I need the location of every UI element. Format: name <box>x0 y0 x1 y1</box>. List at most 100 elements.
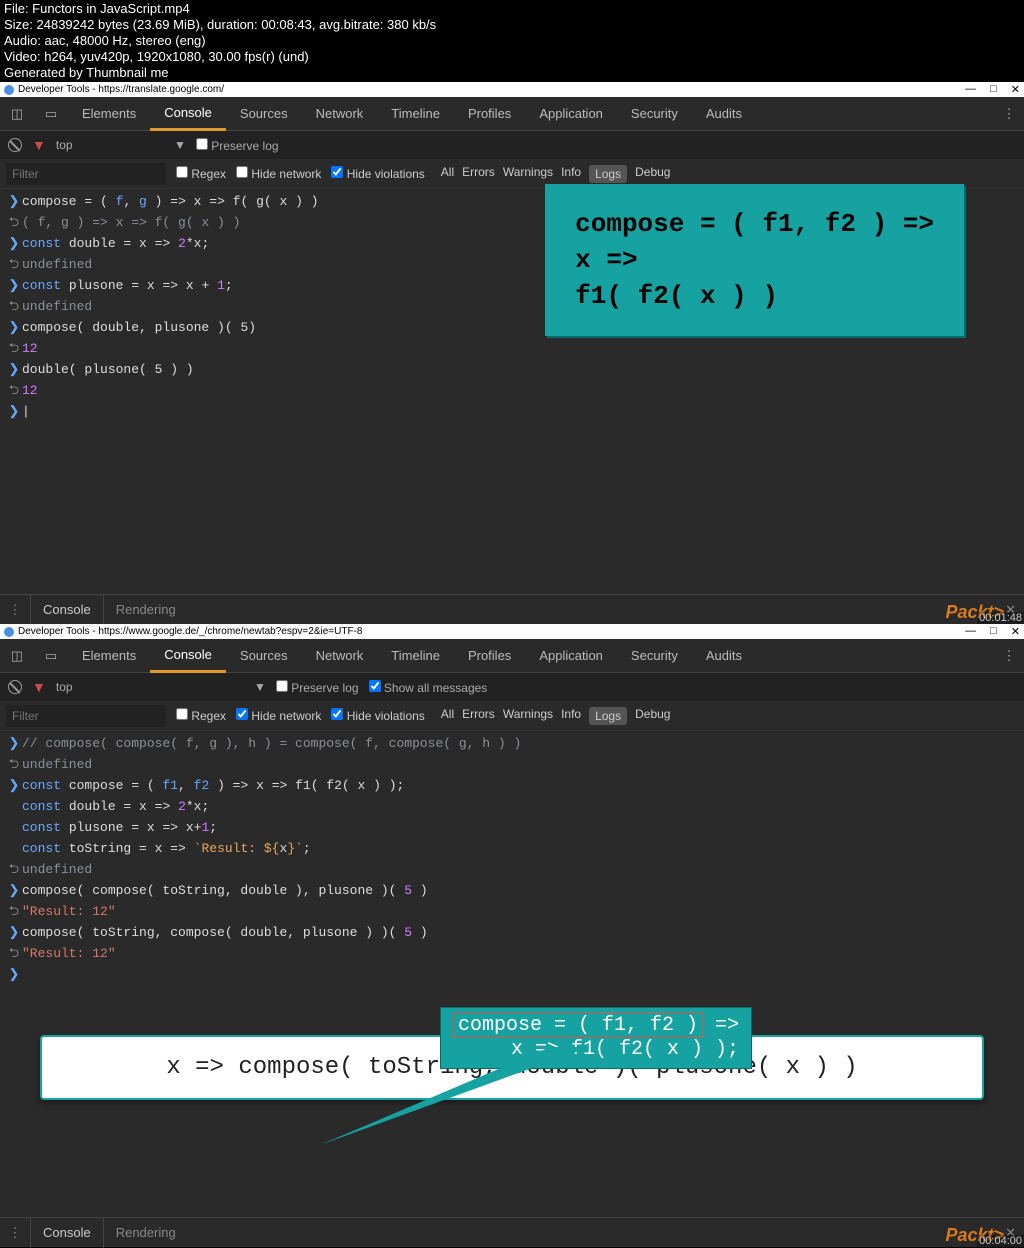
clear-icon[interactable] <box>8 680 22 694</box>
code-overlay: compose = ( f1, f2 ) =>x =>f1( f2( x ) ) <box>545 184 964 336</box>
hide-network-checkbox[interactable]: Hide network <box>236 708 321 723</box>
more-icon[interactable]: ⋮ <box>994 106 1024 122</box>
tab-elements[interactable]: Elements <box>68 639 150 673</box>
level-info[interactable]: Info <box>561 165 581 183</box>
drawer-tab-console[interactable]: Console <box>30 595 104 625</box>
console-output[interactable]: ❯compose = ( f, g ) => x => f( g( x ) )⮌… <box>0 189 1024 594</box>
filter-input[interactable] <box>6 163 166 185</box>
tab-timeline[interactable]: Timeline <box>377 639 454 673</box>
console-row: ⮌12 <box>0 380 1024 401</box>
window-title: Developer Tools - https://translate.goog… <box>18 84 224 95</box>
tab-network[interactable]: Network <box>302 97 378 131</box>
level-all[interactable]: All <box>441 165 454 183</box>
drawer-more-icon[interactable]: ⋮ <box>0 602 30 618</box>
filter-input[interactable] <box>6 705 166 727</box>
window-titlebar: Developer Tools - https://www.google.de/… <box>0 624 1024 639</box>
level-errors[interactable]: Errors <box>462 165 495 183</box>
tab-audits[interactable]: Audits <box>692 639 756 673</box>
tab-application[interactable]: Application <box>525 97 617 131</box>
meta-file: File: Functors in JavaScript.mp4 <box>4 1 1020 17</box>
level-info[interactable]: Info <box>561 707 581 725</box>
inspect-icon[interactable]: ◫ <box>0 639 34 673</box>
devtools-tabbar: ◫ ▭ ElementsConsoleSourcesNetworkTimelin… <box>0 97 1024 131</box>
level-warnings[interactable]: Warnings <box>503 707 553 725</box>
window-titlebar: Developer Tools - https://translate.goog… <box>0 82 1024 97</box>
drawer-tab-rendering[interactable]: Rendering <box>104 1225 188 1240</box>
console-row: ❯compose( toString, compose( double, plu… <box>0 922 1024 943</box>
metadata-header: File: Functors in JavaScript.mp4 Size: 2… <box>0 0 1024 82</box>
device-icon[interactable]: ▭ <box>34 639 68 673</box>
globe-icon <box>4 85 14 95</box>
console-row: ⮌12 <box>0 338 1024 359</box>
meta-gen: Generated by Thumbnail me <box>4 65 1020 81</box>
window-controls: — □ ✕ <box>965 83 1020 96</box>
console-row: ❯// compose( compose( f, g ), h ) = comp… <box>0 733 1024 754</box>
timestamp: 00:04:00 <box>977 1235 1024 1247</box>
tab-profiles[interactable]: Profiles <box>454 639 525 673</box>
tab-audits[interactable]: Audits <box>692 97 756 131</box>
tab-timeline[interactable]: Timeline <box>377 97 454 131</box>
meta-video: Video: h264, yuv420p, 1920x1080, 30.00 f… <box>4 49 1020 65</box>
preserve-log-checkbox[interactable]: Preserve log <box>196 138 279 153</box>
console-row: ❯ <box>0 964 1024 985</box>
console-row: ⮌undefined <box>0 754 1024 775</box>
filter-icon[interactable]: ▼ <box>32 137 46 153</box>
drawer-tab-rendering[interactable]: Rendering <box>104 602 188 617</box>
drawer-tabs: ⋮ Console Rendering Packt> ✕ <box>0 594 1024 624</box>
tab-console[interactable]: Console <box>150 97 226 131</box>
hide-violations-checkbox[interactable]: Hide violations <box>331 166 424 181</box>
clear-icon[interactable] <box>8 138 22 152</box>
code-callout: compose = ( f1, f2 ) => x => f1( f2( x )… <box>440 1007 752 1069</box>
regex-checkbox[interactable]: Regex <box>176 166 226 181</box>
console-toolbar: ▼ top▼ Preserve log Show all messages <box>0 673 1024 701</box>
tab-network[interactable]: Network <box>302 639 378 673</box>
meta-audio: Audio: aac, 48000 Hz, stereo (eng) <box>4 33 1020 49</box>
console-row: ⮌"Result: 12" <box>0 901 1024 922</box>
level-errors[interactable]: Errors <box>462 707 495 725</box>
window-controls: — □ ✕ <box>965 625 1020 638</box>
close-icon[interactable]: ✕ <box>1011 625 1020 638</box>
level-logs[interactable]: Logs <box>589 165 627 183</box>
minimize-icon[interactable]: — <box>965 625 976 638</box>
device-icon[interactable]: ▭ <box>34 97 68 131</box>
show-all-messages-checkbox[interactable]: Show all messages <box>369 680 488 695</box>
maximize-icon[interactable]: □ <box>990 83 997 96</box>
maximize-icon[interactable]: □ <box>990 625 997 638</box>
tab-security[interactable]: Security <box>617 639 692 673</box>
level-logs[interactable]: Logs <box>589 707 627 725</box>
tab-profiles[interactable]: Profiles <box>454 97 525 131</box>
preserve-log-checkbox[interactable]: Preserve log <box>276 680 359 695</box>
console-output[interactable]: ❯// compose( compose( f, g ), h ) = comp… <box>0 731 1024 1217</box>
hide-violations-checkbox[interactable]: Hide violations <box>331 708 424 723</box>
filter-icon[interactable]: ▼ <box>32 679 46 695</box>
drawer-more-icon[interactable]: ⋮ <box>0 1225 30 1241</box>
close-icon[interactable]: ✕ <box>1011 83 1020 96</box>
drawer-tab-console[interactable]: Console <box>30 1218 104 1248</box>
inspect-icon[interactable]: ◫ <box>0 97 34 131</box>
hide-network-checkbox[interactable]: Hide network <box>236 166 321 181</box>
console-row: const toString = x => `Result: ${x}`; <box>0 838 1024 859</box>
tab-console[interactable]: Console <box>150 639 226 673</box>
console-row: ⮌"Result: 12" <box>0 943 1024 964</box>
tab-elements[interactable]: Elements <box>68 97 150 131</box>
context-dropdown[interactable]: top▼ <box>56 138 186 152</box>
level-all[interactable]: All <box>441 707 454 725</box>
globe-icon <box>4 627 14 637</box>
tab-security[interactable]: Security <box>617 97 692 131</box>
level-debug[interactable]: Debug <box>635 165 670 183</box>
console-row: ❯compose( compose( toString, double ), p… <box>0 880 1024 901</box>
context-dropdown[interactable]: top▼ <box>56 680 266 694</box>
minimize-icon[interactable]: — <box>965 83 976 96</box>
tab-sources[interactable]: Sources <box>226 639 302 673</box>
regex-checkbox[interactable]: Regex <box>176 708 226 723</box>
tab-sources[interactable]: Sources <box>226 97 302 131</box>
console-row: ❯const compose = ( f1, f2 ) => x => f1( … <box>0 775 1024 796</box>
tab-application[interactable]: Application <box>525 639 617 673</box>
level-warnings[interactable]: Warnings <box>503 165 553 183</box>
level-debug[interactable]: Debug <box>635 707 670 725</box>
console-row: ⮌undefined <box>0 859 1024 880</box>
more-icon[interactable]: ⋮ <box>994 648 1024 664</box>
console-row: const double = x => 2*x; <box>0 796 1024 817</box>
meta-size: Size: 24839242 bytes (23.69 MiB), durati… <box>4 17 1020 33</box>
devtools-frame-0: Developer Tools - https://translate.goog… <box>0 82 1024 624</box>
